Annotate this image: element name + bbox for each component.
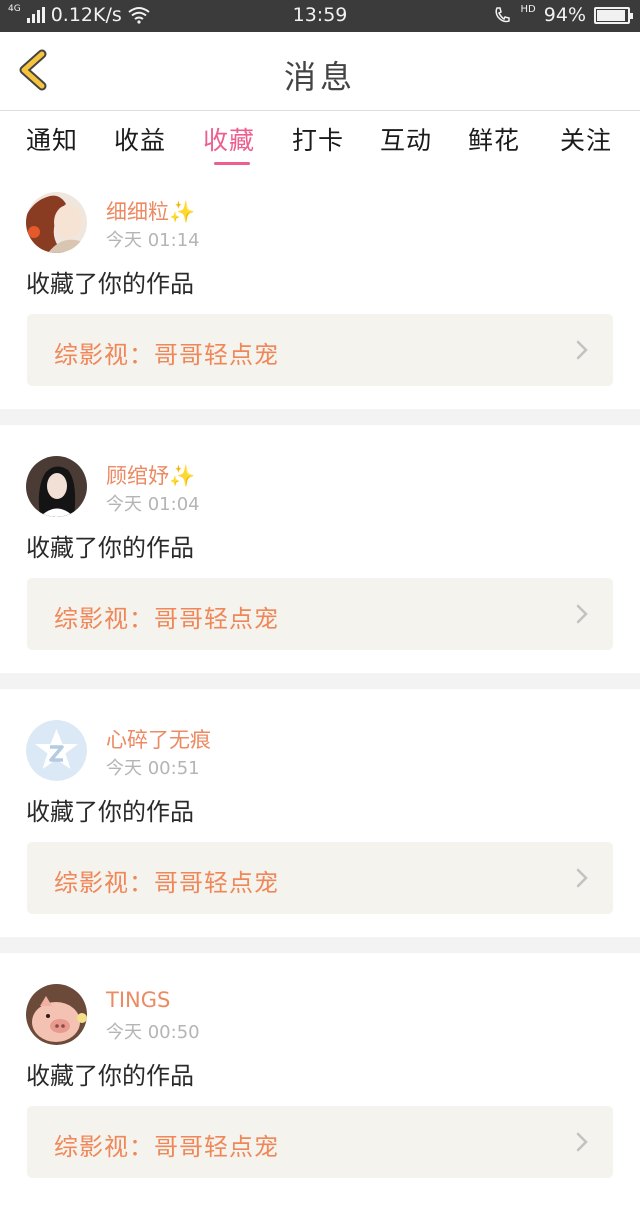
work-title: 综影视：哥哥轻点宠 [54,869,279,897]
action-text: 收藏了你的作品 [26,534,194,562]
tab-following[interactable]: 关注 [560,121,612,157]
list-item[interactable]: 顾绾妤✨ 今天 01:04 收藏了你的作品 综影视：哥哥轻点宠 [0,440,640,688]
work-title: 综影视：哥哥轻点宠 [54,341,279,369]
list-item[interactable]: TINGS 今天 00:50 收藏了你的作品 综影视：哥哥轻点宠 [0,968,640,1216]
work-link[interactable]: 综影视：哥哥轻点宠 [27,842,613,914]
page-title: 消息 [283,58,356,96]
battery-fill [597,9,626,21]
username[interactable]: 心碎了无痕 [106,724,211,754]
username[interactable]: 顾绾妤✨ [106,460,195,490]
timestamp: 今天 00:50 [106,1022,200,1043]
tab-bar: 通知 收益 收藏 打卡 互动 鲜花 关注 [0,111,640,173]
list-item[interactable]: 细细粒✨ 今天 01:14 收藏了你的作品 综影视：哥哥轻点宠 [0,176,640,424]
tab-check-in[interactable]: 打卡 [292,121,344,157]
timestamp: 今天 01:14 [106,230,200,251]
battery-icon [594,6,633,24]
active-tab-indicator [214,162,250,165]
divider [0,409,640,425]
username[interactable]: 细细粒✨ [106,196,195,226]
header: 消息 [0,32,640,111]
avatar[interactable] [26,720,87,781]
work-link[interactable]: 综影视：哥哥轻点宠 [27,314,613,386]
chevron-right-icon [576,868,588,888]
action-text: 收藏了你的作品 [26,798,194,826]
avatar[interactable] [26,456,87,517]
work-title: 综影视：哥哥轻点宠 [54,1133,279,1161]
chevron-right-icon [576,340,588,360]
timestamp: 今天 00:51 [106,758,200,779]
status-bar: 4G 0.12K/s 13:59 HD 94% [0,0,640,32]
divider [0,673,640,689]
battery-percent: 94% [543,4,586,26]
work-link[interactable]: 综影视：哥哥轻点宠 [27,1106,613,1178]
phone-icon [494,7,510,23]
divider [0,937,640,953]
username[interactable]: TINGS [106,988,170,1012]
tab-interaction[interactable]: 互动 [380,121,432,157]
tab-favorites[interactable]: 收藏 [203,121,255,157]
tab-flowers[interactable]: 鲜花 [468,121,520,157]
avatar[interactable] [26,192,87,253]
chevron-right-icon [576,604,588,624]
avatar[interactable] [26,984,87,1045]
tab-earnings[interactable]: 收益 [114,121,166,157]
work-title: 综影视：哥哥轻点宠 [54,605,279,633]
work-link[interactable]: 综影视：哥哥轻点宠 [27,578,613,650]
hd-label: HD [520,3,536,15]
chevron-right-icon [576,1132,588,1152]
list-item[interactable]: 心碎了无痕 今天 00:51 收藏了你的作品 综影视：哥哥轻点宠 [0,704,640,952]
action-text: 收藏了你的作品 [26,1062,194,1090]
tab-notifications[interactable]: 通知 [26,121,78,157]
action-text: 收藏了你的作品 [26,270,194,298]
timestamp: 今天 01:04 [106,494,200,515]
